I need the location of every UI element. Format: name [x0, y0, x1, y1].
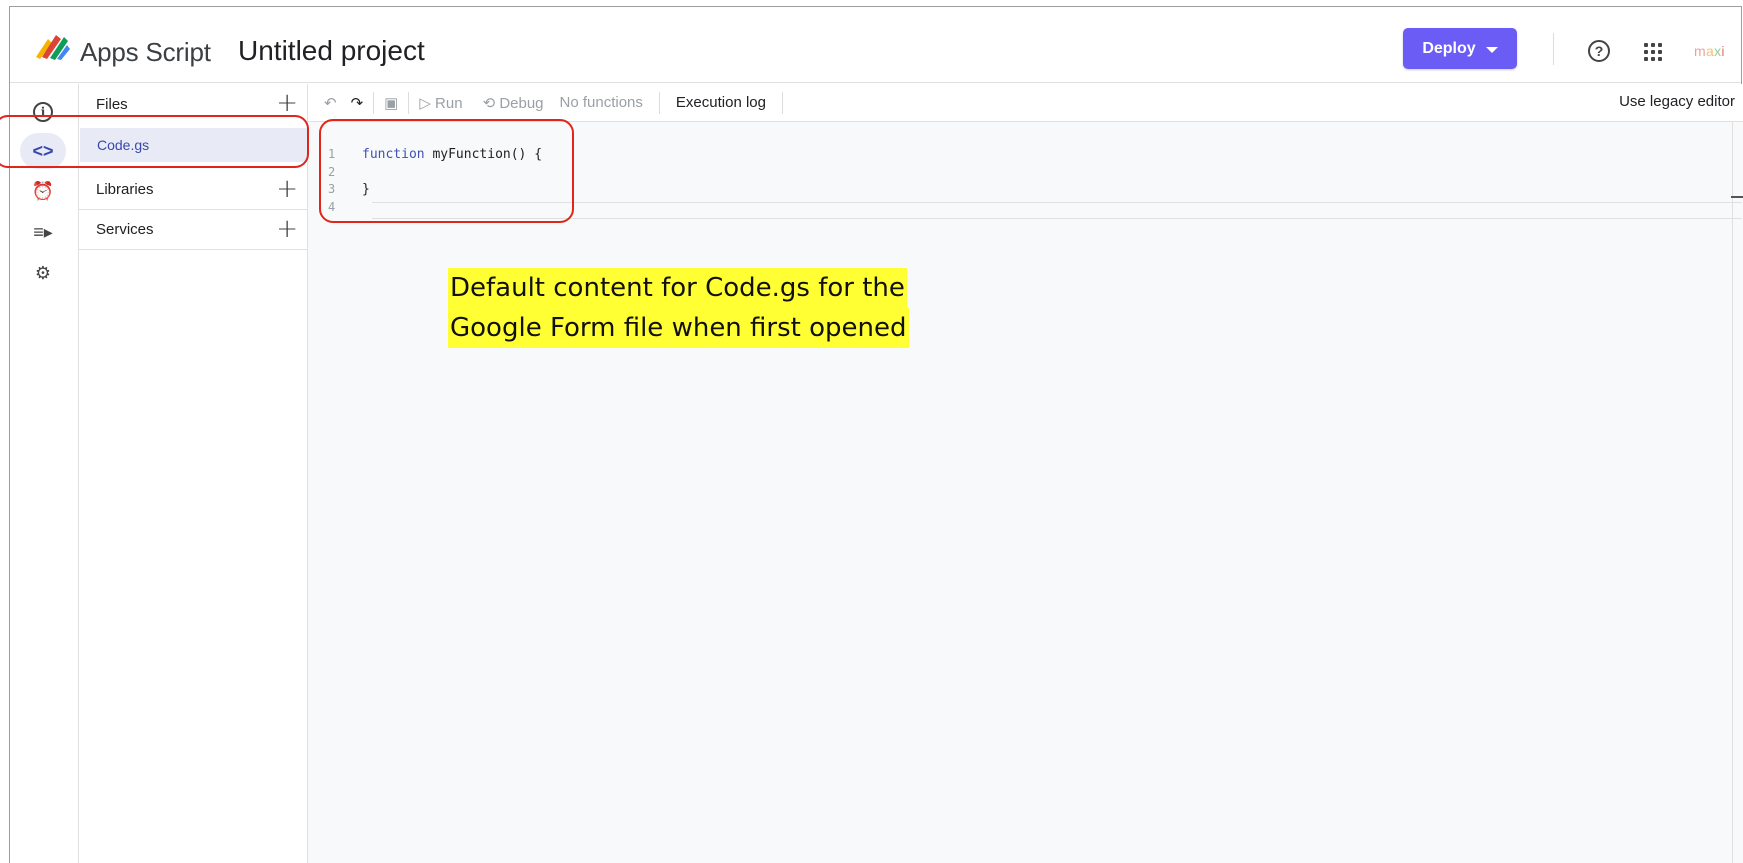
scrollbar-marker[interactable]: [1731, 196, 1743, 198]
deploy-button[interactable]: Deploy: [1403, 28, 1517, 69]
function-select[interactable]: No functions: [560, 94, 643, 111]
services-label: Services: [96, 221, 154, 238]
use-legacy-editor-link[interactable]: Use legacy editor: [1619, 93, 1735, 110]
libraries-label: Libraries: [96, 181, 154, 198]
triggers-icon[interactable]: ⏰: [20, 173, 66, 209]
annotation-note: Default content for Code.gs for the Goog…: [448, 268, 909, 348]
undo-icon[interactable]: ↶: [324, 94, 337, 112]
add-file-icon[interactable]: +: [276, 90, 298, 116]
execution-log-button[interactable]: Execution log: [676, 94, 766, 111]
google-apps-icon[interactable]: [1644, 43, 1662, 61]
add-service-icon[interactable]: +: [276, 216, 298, 242]
navigation-rail: i <> ⏰ ≡▸ ⚙: [10, 84, 79, 863]
callout-code-highlight: [319, 119, 574, 223]
debug-button[interactable]: ⟲ Debug: [483, 94, 544, 112]
header-divider: [1553, 33, 1554, 65]
code-editor[interactable]: 1 function myFunction() { 2 3 } 4: [308, 122, 1743, 863]
editor-toolbar: ↶ ↷ ▣ ▷ Run ⟲ Debug No functions Executi…: [308, 84, 1743, 122]
save-icon[interactable]: ▣: [384, 94, 398, 112]
account-avatar[interactable]: maxi: [1694, 43, 1725, 59]
add-library-icon[interactable]: +: [276, 176, 298, 202]
project-title[interactable]: Untitled project: [238, 35, 425, 67]
app-name: Apps Script: [80, 37, 211, 67]
files-label: Files: [96, 95, 128, 113]
current-line-highlight: [372, 202, 1742, 219]
toolbar-divider: [408, 91, 410, 114]
callout-files-highlight: [0, 115, 309, 168]
libraries-row: Libraries +: [79, 170, 308, 210]
annotation-line-2: Google Form file when first opened: [448, 308, 909, 348]
help-icon[interactable]: ?: [1588, 40, 1610, 62]
toolbar-divider: [781, 91, 783, 114]
files-panel: Files + Code.gs Libraries + Services +: [79, 84, 308, 863]
run-button[interactable]: ▷ Run: [419, 94, 462, 112]
annotation-line-1: Default content for Code.gs for the: [448, 268, 907, 308]
toolbar-divider: [658, 91, 660, 114]
editor-ruler: [1732, 122, 1733, 863]
executions-icon[interactable]: ≡▸: [20, 214, 66, 250]
apps-script-logo: [36, 35, 70, 60]
settings-icon[interactable]: ⚙: [20, 255, 66, 291]
redo-icon[interactable]: ↷: [351, 94, 364, 112]
deploy-button-label: Deploy: [1422, 39, 1476, 57]
top-bar: Apps Script Untitled project Deploy ? ma…: [10, 7, 1741, 83]
services-row: Services +: [79, 210, 308, 250]
caret-down-icon: [1485, 46, 1498, 53]
toolbar-divider: [373, 91, 375, 114]
